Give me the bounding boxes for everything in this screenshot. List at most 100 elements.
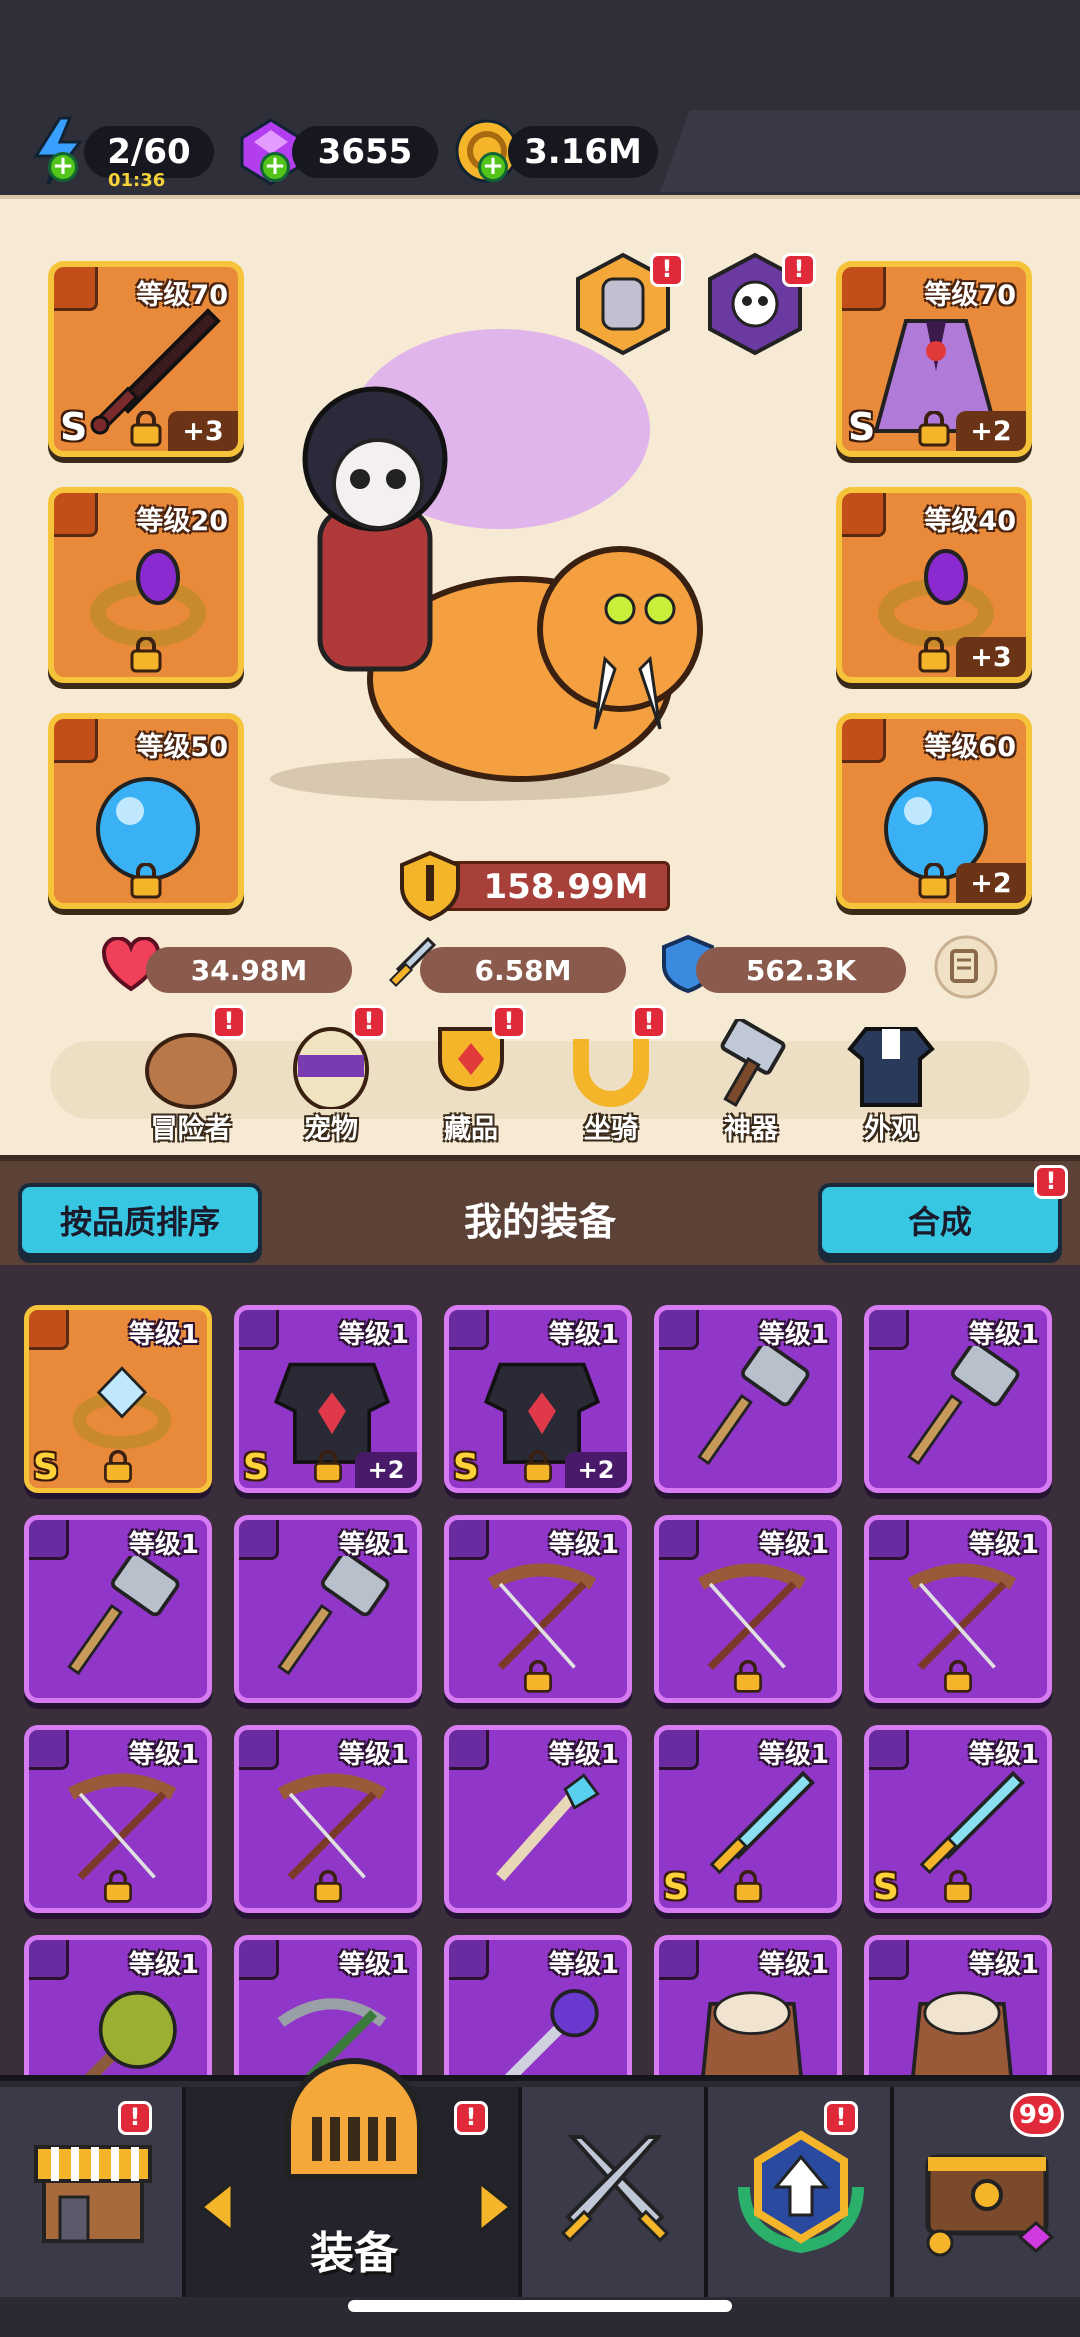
nav-pet[interactable]: 宠物 ! [276,1005,386,1145]
item-level: 等级1 [548,1320,619,1350]
bottom-nav: ! ! 装备 ! 99 [0,2058,1080,2337]
item-type-icon [449,1310,489,1350]
item-level: 等级1 [548,1530,619,1560]
slot-plus: +3 [956,637,1026,677]
item-level: 等级1 [338,1740,409,1770]
hammer-icon [67,1556,180,1676]
inventory-grid: 等级1 S 等级1 S +2 等级1 S +2 等级1 等级1 等级1 等级1 等级1 等级1 等级1 等级1… [0,1265,1080,2075]
item-type-icon [29,1520,69,1560]
alert-badge: ! [118,2101,152,2135]
item-level: 等级1 [338,1950,409,1980]
nav-collection[interactable]: 藏品 ! [416,1005,526,1145]
merge-button[interactable]: 合成 [818,1183,1062,1257]
helmet-icon [285,2058,423,2180]
chest-count-badge: 99 [1010,2093,1064,2137]
inventory-item[interactable]: 等级1 [24,1935,212,2075]
item-level: 等级1 [338,1530,409,1560]
nav-appearance[interactable]: 外观 [836,1019,946,1145]
alert-badge: ! [492,1005,526,1039]
staff-icon [496,1773,600,1882]
equip-slot-armor[interactable]: 等级70 S +2 [836,261,1032,457]
nav-label: 藏品 [444,1114,498,1145]
tab-chest[interactable]: 99 [894,2087,1080,2297]
add-gems-icon[interactable]: + [260,152,290,182]
lock-icon [524,1450,552,1483]
inventory-item[interactable]: 等级1 [444,1935,632,2075]
stats-detail-icon[interactable] [934,935,998,999]
lock-icon [314,1870,342,1903]
item-type-icon [449,1940,489,1980]
lock-icon [734,1660,762,1693]
inventory-item[interactable]: 等级1 S +2 [234,1305,422,1493]
nav-label: 宠物 [304,1114,358,1145]
item-level: 等级1 [128,1740,199,1770]
power-value: 158.99M [483,867,649,907]
inventory-item[interactable]: 等级1 [864,1935,1052,2075]
inventory-item[interactable]: 等级1 S +2 [444,1305,632,1493]
lock-icon [734,1870,762,1903]
inventory-item[interactable]: 等级1 [444,1515,632,1703]
item-type-icon [659,1730,699,1770]
slot-plus: +2 [956,863,1026,903]
vest-icon [701,1991,803,2075]
item-level: 等级1 [968,1530,1039,1560]
inventory-item[interactable]: 等级1 [864,1515,1052,1703]
inventory-item[interactable]: 等级1 [444,1725,632,1913]
character-panel: 等级70 S +3 等级20 等级50 等级70 S +2 等级40 +3 等级… [0,195,1080,1155]
outfit-icon [847,1027,935,1107]
tab-equipment[interactable]: ! 装备 [186,2058,522,2297]
item-type-icon [869,1940,909,1980]
lock-icon [130,863,162,899]
item-type-icon [239,1730,279,1770]
defense-value: 562.3K [696,947,906,993]
lock-icon [104,1870,132,1903]
equip-slot-ring-2[interactable]: 等级40 +3 [836,487,1032,683]
sort-by-quality-button[interactable]: 按品质排序 [18,1183,262,1257]
inventory-item[interactable]: 等级1 [234,1725,422,1913]
chevron-right-icon [478,2179,513,2235]
inventory-item[interactable]: 等级1 S [24,1305,212,1493]
item-type-icon [239,1310,279,1350]
item-type-icon [869,1730,909,1770]
inventory-item[interactable]: 等级1 S [864,1725,1052,1913]
nav-label: 神器 [724,1114,778,1145]
item-grade: S [33,1447,59,1488]
inventory-item[interactable]: 等级1 [654,1515,842,1703]
lock-icon [918,863,950,899]
topbar-decor [660,110,1080,192]
item-type-icon [869,1520,909,1560]
inventory-item[interactable]: 等级1 [654,1305,842,1493]
inventory-item[interactable]: 等级1 [234,1935,422,2075]
nav-label: 坐骑 [584,1114,638,1145]
lock-icon [130,411,162,447]
inventory-item[interactable]: 等级1 S [654,1725,842,1913]
tab-battle[interactable] [522,2087,708,2297]
upgrade-arrow-icon [738,2130,864,2253]
add-coins-icon[interactable]: + [478,152,508,182]
home-indicator[interactable] [348,2300,732,2312]
lock-icon [524,1660,552,1693]
item-level: 等级1 [338,1320,409,1350]
lock-icon [104,1450,132,1483]
nav-label: 冒险者 [150,1114,232,1145]
inventory-item[interactable]: 等级1 [654,1935,842,2075]
nav-artifact[interactable]: 神器 [696,1017,806,1145]
add-energy-icon[interactable]: + [48,152,78,182]
inventory-item[interactable]: 等级1 [864,1305,1052,1493]
item-level: 等级1 [128,1320,199,1350]
tab-shop[interactable]: ! [0,2087,186,2297]
gems-value: 3655 [292,126,438,178]
inventory-item[interactable]: 等级1 [24,1515,212,1703]
nav-adventurer[interactable]: 冒险者 ! [136,1005,246,1145]
item-level: 等级1 [548,1740,619,1770]
alert-badge: ! [1034,1165,1068,1199]
inventory-item[interactable]: 等级1 [24,1725,212,1913]
equip-slot-amulet-2[interactable]: 等级60 +2 [836,713,1032,909]
item-level: 等级1 [968,1950,1039,1980]
tab-upgrade[interactable]: ! [708,2087,894,2297]
shop-icon [34,2145,152,2243]
nav-mount[interactable]: 坐骑 ! [556,1005,666,1145]
item-type-icon [29,1310,69,1350]
alert-badge: ! [824,2101,858,2135]
inventory-item[interactable]: 等级1 [234,1515,422,1703]
